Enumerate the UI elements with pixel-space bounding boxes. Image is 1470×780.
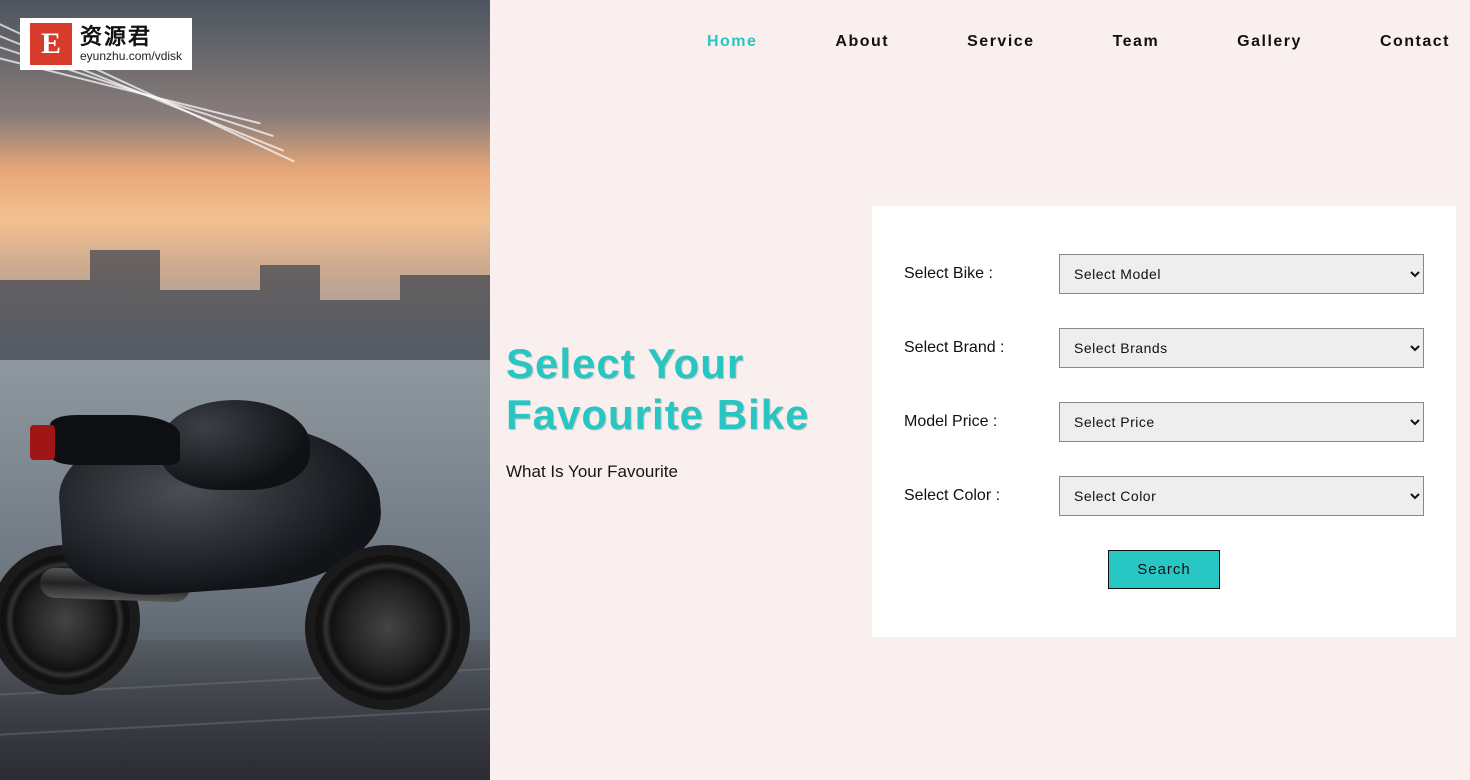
- nav-gallery[interactable]: Gallery: [1237, 33, 1302, 51]
- form-row-bike: Select Bike : Select Model: [904, 254, 1424, 294]
- nav-service[interactable]: Service: [967, 33, 1034, 51]
- nav-about[interactable]: About: [835, 33, 889, 51]
- page-subtitle: What Is Your Favourite: [506, 462, 856, 482]
- select-bike[interactable]: Select Model: [1059, 254, 1424, 294]
- label-model-price: Model Price :: [904, 413, 1059, 431]
- label-select-brand: Select Brand :: [904, 339, 1059, 357]
- hero-motorcycle-decor: [10, 300, 490, 720]
- logo-text: 资源君 eyunzhu.com/vdisk: [80, 25, 182, 62]
- logo-mark: E: [30, 23, 72, 65]
- nav-contact[interactable]: Contact: [1380, 33, 1450, 51]
- label-select-bike: Select Bike :: [904, 265, 1059, 283]
- select-brand[interactable]: Select Brands: [1059, 328, 1424, 368]
- hero-image: [0, 0, 490, 780]
- label-select-color: Select Color :: [904, 487, 1059, 505]
- form-row-price: Model Price : Select Price: [904, 402, 1424, 442]
- nav-team[interactable]: Team: [1113, 33, 1160, 51]
- select-color[interactable]: Select Color: [1059, 476, 1424, 516]
- form-row-color: Select Color : Select Color: [904, 476, 1424, 516]
- logo-text-main: 资源君: [80, 25, 182, 49]
- search-button[interactable]: Search: [1108, 550, 1220, 589]
- page-title: Select Your Favourite Bike: [506, 338, 856, 440]
- search-form: Select Bike : Select Model Select Brand …: [872, 206, 1456, 637]
- select-price[interactable]: Select Price: [1059, 402, 1424, 442]
- main-nav: Home About Service Team Gallery Contact: [707, 18, 1450, 51]
- logo[interactable]: E 资源君 eyunzhu.com/vdisk: [20, 18, 192, 70]
- logo-text-sub: eyunzhu.com/vdisk: [80, 50, 182, 63]
- nav-home[interactable]: Home: [707, 33, 757, 51]
- header: E 资源君 eyunzhu.com/vdisk Home About Servi…: [0, 0, 1470, 85]
- form-row-brand: Select Brand : Select Brands: [904, 328, 1424, 368]
- form-actions: Search: [904, 550, 1424, 589]
- hero-text-block: Select Your Favourite Bike What Is Your …: [506, 338, 856, 482]
